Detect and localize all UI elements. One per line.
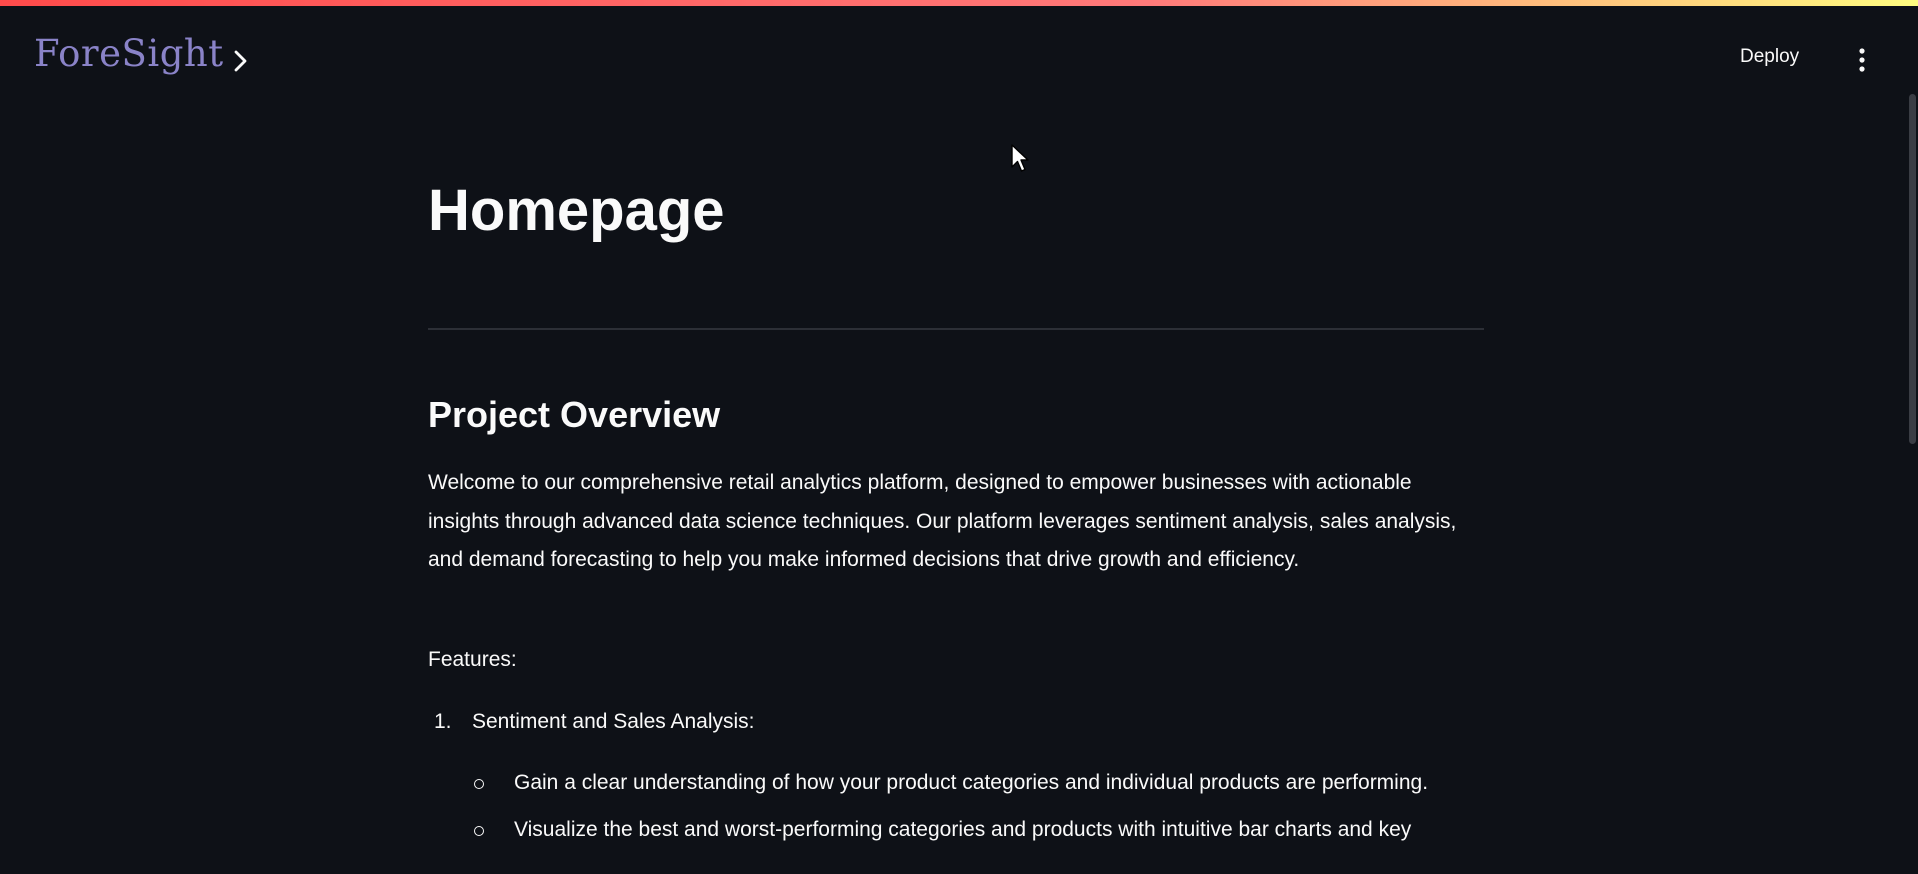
feature-number: 1. <box>434 710 452 733</box>
list-item: Visualize the best and worst-performing … <box>472 811 1472 850</box>
list-item-text: Visualize the best and worst-performing … <box>514 817 1412 841</box>
mouse-pointer-icon <box>1011 144 1029 172</box>
feature-points-list: Gain a clear understanding of how your p… <box>472 764 1472 857</box>
brand-logo: ForeSight <box>34 32 224 75</box>
intro-paragraph: Welcome to our comprehensive retail anal… <box>428 471 1457 571</box>
list-item: Gain a clear understanding of how your p… <box>472 764 1472 803</box>
list-item-text: Gain a clear understanding of how your p… <box>514 771 1429 794</box>
feature-title: Sentiment and Sales Analysis: <box>472 710 755 733</box>
circle-bullet-icon <box>474 779 484 789</box>
feature-list-item: 1. Sentiment and Sales Analysis: <box>434 710 1434 734</box>
features-label: Features: <box>428 648 517 671</box>
main-menu-kebab-icon[interactable] <box>1852 46 1872 76</box>
page-scrollbar[interactable] <box>1908 94 1918 874</box>
section-title: Project Overview <box>428 394 721 435</box>
divider <box>428 328 1484 330</box>
app-header: ForeSight Deploy <box>0 6 1918 102</box>
sidebar-expand-chevron-icon[interactable] <box>232 48 250 74</box>
deploy-button[interactable]: Deploy <box>1740 46 1799 68</box>
circle-bullet-icon <box>474 825 484 836</box>
page-title: Homepage <box>428 178 725 243</box>
scrollbar-thumb[interactable] <box>1909 94 1916 444</box>
